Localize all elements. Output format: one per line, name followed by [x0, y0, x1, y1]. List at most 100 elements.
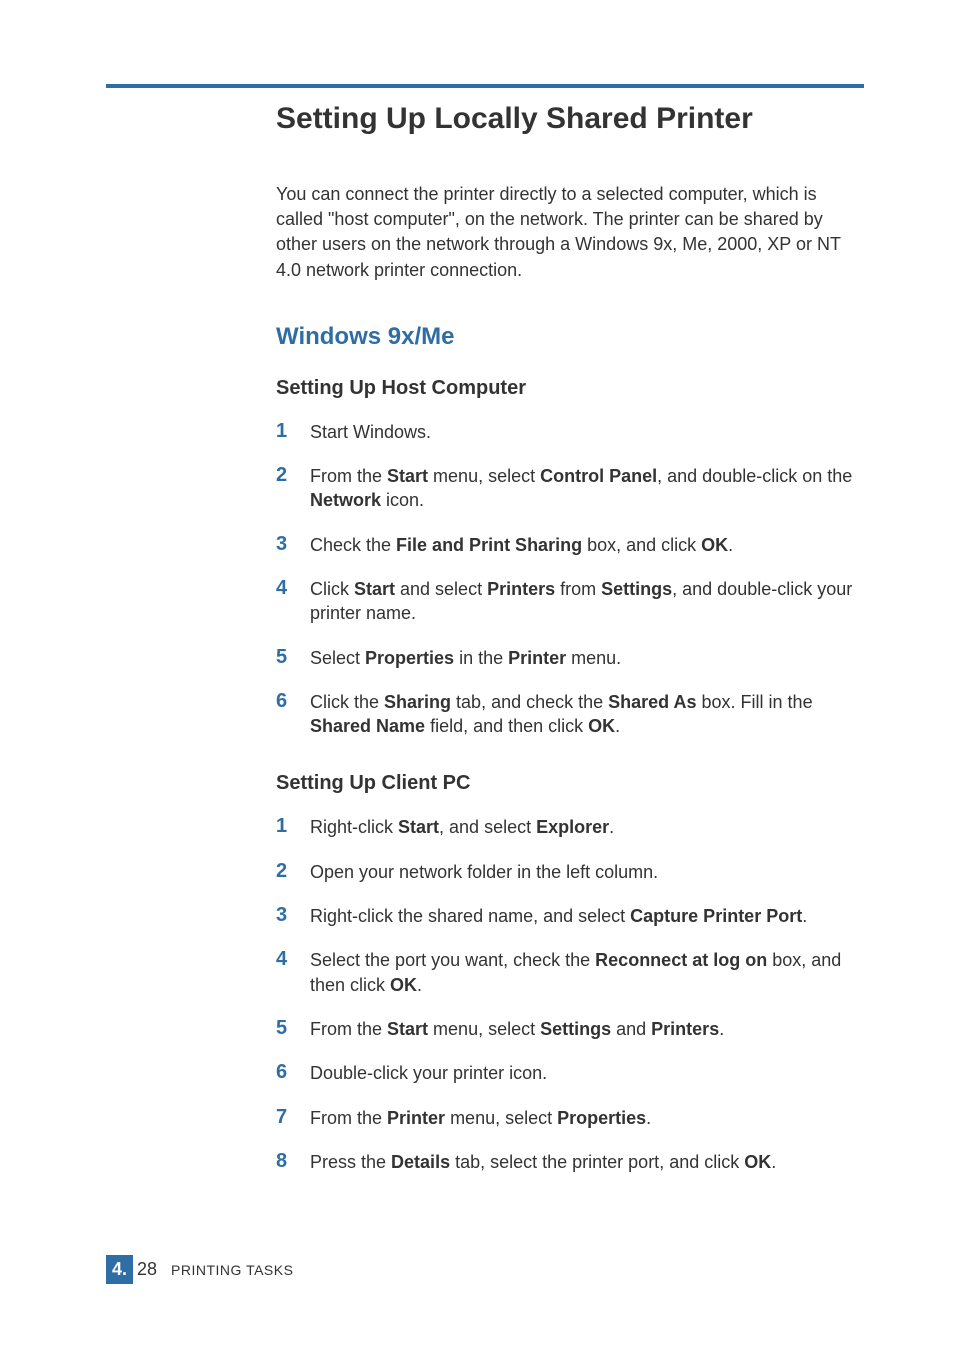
list-item: 5 From the Start menu, select Settings a…	[276, 1017, 864, 1041]
step-text: Open your network folder in the left col…	[310, 862, 658, 882]
page: Setting Up Locally Shared Printer You ca…	[0, 0, 954, 1346]
subsection-heading-client: Setting Up Client PC	[276, 772, 864, 795]
step-text: field, and then click	[425, 716, 588, 736]
list-item: 4 Click Start and select Printers from S…	[276, 577, 864, 626]
step-text: menu, select	[428, 1019, 540, 1039]
bold-text: Explorer	[536, 817, 609, 837]
section-heading-windows-9x-me: Windows 9x/Me	[276, 323, 864, 351]
bold-text: Printer	[387, 1108, 445, 1128]
bold-text: Details	[391, 1152, 450, 1172]
step-text: Start Windows.	[310, 422, 431, 442]
step-number: 3	[276, 902, 300, 929]
list-item: 5 Select Properties in the Printer menu.	[276, 646, 864, 670]
step-text: Select	[310, 648, 365, 668]
step-text: menu, select	[428, 466, 540, 486]
bold-text: OK	[390, 975, 417, 995]
step-number: 5	[276, 1015, 300, 1042]
footer-label: PRINTING TASKS	[171, 1262, 293, 1278]
bold-text: Capture Printer Port	[630, 906, 802, 926]
subsection-heading-host: Setting Up Host Computer	[276, 377, 864, 400]
step-text: Click the	[310, 692, 384, 712]
step-text: and	[611, 1019, 651, 1039]
step-text: , and double-click on the	[657, 466, 852, 486]
list-item: 3 Right-click the shared name, and selec…	[276, 904, 864, 928]
bold-text: Properties	[557, 1108, 646, 1128]
step-text: .	[615, 716, 620, 736]
step-text: From the	[310, 466, 387, 486]
list-item: 1 Start Windows.	[276, 420, 864, 444]
bold-text: OK	[701, 535, 728, 555]
bold-text: Start	[398, 817, 439, 837]
list-item: 4 Select the port you want, check the Re…	[276, 948, 864, 997]
bold-text: Start	[387, 466, 428, 486]
step-text: in the	[454, 648, 508, 668]
list-item: 8 Press the Details tab, select the prin…	[276, 1150, 864, 1174]
bold-text: Printer	[508, 648, 566, 668]
step-text: icon.	[381, 490, 424, 510]
bold-text: Sharing	[384, 692, 451, 712]
step-text: from	[555, 579, 601, 599]
page-number: 28	[137, 1259, 157, 1280]
step-text: From the	[310, 1108, 387, 1128]
list-item: 3 Check the File and Print Sharing box, …	[276, 533, 864, 557]
bold-text: Control Panel	[540, 466, 657, 486]
step-number: 3	[276, 531, 300, 558]
bold-text: Shared As	[608, 692, 696, 712]
step-number: 2	[276, 858, 300, 885]
page-footer: 4.28 PRINTING TASKS	[106, 1255, 293, 1284]
step-number: 4	[276, 575, 300, 602]
host-steps-list: 1 Start Windows. 2 From the Start menu, …	[276, 420, 864, 739]
bold-text: Properties	[365, 648, 454, 668]
client-steps-list: 1 Right-click Start, and select Explorer…	[276, 815, 864, 1174]
step-text: .	[417, 975, 422, 995]
step-number: 6	[276, 1059, 300, 1086]
page-title: Setting Up Locally Shared Printer	[276, 102, 864, 136]
step-text: menu.	[566, 648, 621, 668]
bold-text: Printers	[651, 1019, 719, 1039]
step-text: Select the port you want, check the	[310, 950, 595, 970]
intro-paragraph: You can connect the printer directly to …	[276, 182, 864, 283]
bold-text: Settings	[601, 579, 672, 599]
list-item: 6 Click the Sharing tab, and check the S…	[276, 690, 864, 739]
list-item: 7 From the Printer menu, select Properti…	[276, 1106, 864, 1130]
bold-text: File and Print Sharing	[396, 535, 582, 555]
bold-text: Shared Name	[310, 716, 425, 736]
step-number: 1	[276, 418, 300, 445]
step-text: box. Fill in the	[697, 692, 813, 712]
bold-text: OK	[744, 1152, 771, 1172]
step-text: .	[802, 906, 807, 926]
step-number: 2	[276, 462, 300, 489]
step-text: Right-click	[310, 817, 398, 837]
step-text: .	[771, 1152, 776, 1172]
list-item: 2 Open your network folder in the left c…	[276, 860, 864, 884]
step-text: tab, and check the	[451, 692, 608, 712]
step-text: Double-click your printer icon.	[310, 1063, 547, 1083]
step-text: .	[646, 1108, 651, 1128]
step-text: Press the	[310, 1152, 391, 1172]
chapter-number-box: 4.	[106, 1255, 133, 1284]
step-number: 6	[276, 688, 300, 715]
bold-text: Start	[387, 1019, 428, 1039]
step-text: .	[609, 817, 614, 837]
bold-text: Settings	[540, 1019, 611, 1039]
step-text: .	[719, 1019, 724, 1039]
list-item: 6 Double-click your printer icon.	[276, 1061, 864, 1085]
step-text: , and select	[439, 817, 536, 837]
step-text: box, and click	[582, 535, 701, 555]
step-text: From the	[310, 1019, 387, 1039]
step-number: 4	[276, 946, 300, 973]
step-text: menu, select	[445, 1108, 557, 1128]
list-item: 2 From the Start menu, select Control Pa…	[276, 464, 864, 513]
step-text: Check the	[310, 535, 396, 555]
bold-text: Reconnect at log on	[595, 950, 767, 970]
list-item: 1 Right-click Start, and select Explorer…	[276, 815, 864, 839]
step-text: and select	[395, 579, 487, 599]
step-number: 7	[276, 1104, 300, 1131]
horizontal-rule	[106, 84, 864, 90]
step-text: Right-click the shared name, and select	[310, 906, 630, 926]
bold-text: OK	[588, 716, 615, 736]
step-text: .	[728, 535, 733, 555]
step-text: tab, select the printer port, and click	[450, 1152, 744, 1172]
bold-text: Printers	[487, 579, 555, 599]
bold-text: Start	[354, 579, 395, 599]
